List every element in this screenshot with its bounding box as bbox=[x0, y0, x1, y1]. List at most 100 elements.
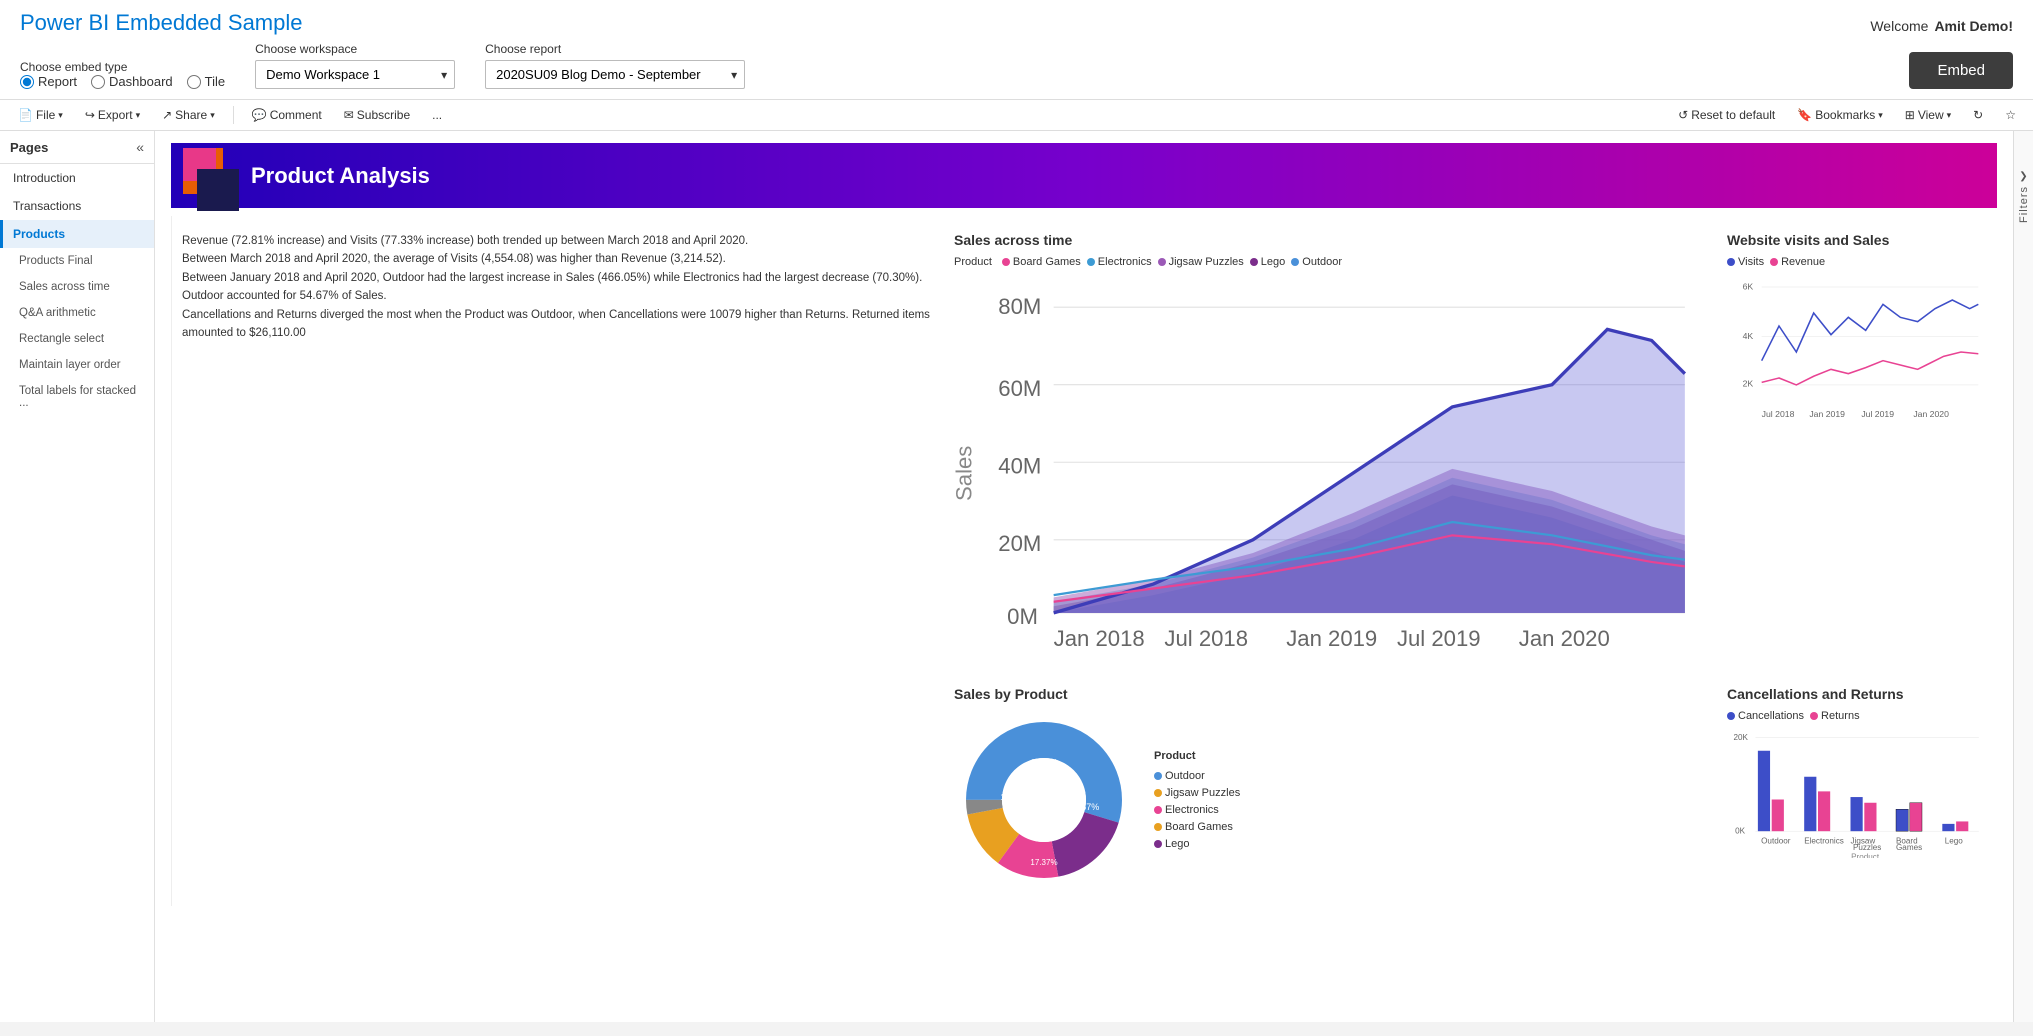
sidebar-item-products-final[interactable]: Products Final bbox=[0, 248, 154, 274]
donut-area: 11.96% 12.98% 17.37% 54.67% Product O bbox=[954, 710, 1707, 890]
refresh-icon: ↻ bbox=[1973, 108, 1983, 122]
visits-svg: 6K 4K 2K Jul 2018 Jan 2019 bbox=[1727, 274, 1987, 421]
app-title: Power BI Embedded Sample bbox=[20, 10, 303, 42]
cancellations-chart: Cancellations and Returns Cancellations … bbox=[1717, 670, 1997, 906]
file-chevron-icon: ▾ bbox=[58, 110, 63, 121]
star-icon: ☆ bbox=[2005, 108, 2016, 122]
toolbar: 📄 File ▾ ↪ Export ▾ ↗ Share ▾ 💬 Comment … bbox=[0, 100, 2033, 131]
share-button[interactable]: ↗ Share ▾ bbox=[154, 104, 223, 126]
bookmark-icon: 🔖 bbox=[1797, 108, 1812, 122]
filters-label: Filters bbox=[2018, 186, 2030, 223]
donut-legend-lego: Lego bbox=[1154, 838, 1240, 850]
radio-report[interactable]: Report bbox=[20, 74, 77, 89]
donut-legend-electronics: Electronics bbox=[1154, 804, 1240, 816]
main-layout: Pages « Introduction Transactions Produc… bbox=[0, 131, 2033, 1022]
report-section: Choose report 2020SU09 Blog Demo - Septe… bbox=[485, 42, 745, 89]
analysis-text-5: Cancellations and Returns diverged the m… bbox=[182, 306, 934, 343]
sidebar-item-maintain-layer-order[interactable]: Maintain layer order bbox=[0, 352, 154, 378]
svg-text:17.37%: 17.37% bbox=[1030, 858, 1057, 867]
sidebar-item-sales-across-time[interactable]: Sales across time bbox=[0, 274, 154, 300]
reset-button[interactable]: ↺ Reset to default bbox=[1671, 105, 1782, 125]
sidebar-item-rectangle-select[interactable]: Rectangle select bbox=[0, 326, 154, 352]
sidebar-collapse-button[interactable]: « bbox=[136, 139, 144, 155]
report-select[interactable]: 2020SU09 Blog Demo - September bbox=[485, 60, 745, 89]
welcome-text: Welcome bbox=[1870, 18, 1928, 34]
analysis-text-2: Between March 2018 and April 2020, the a… bbox=[182, 250, 934, 268]
radio-dashboard[interactable]: Dashboard bbox=[91, 74, 173, 89]
report-wrapper: Product Analysis Sales across time Produ… bbox=[155, 131, 2013, 1022]
analysis-panel: Revenue (72.81% increase) and Visits (77… bbox=[171, 216, 944, 906]
svg-text:Sales: Sales bbox=[954, 446, 977, 501]
share-icon: ↗ bbox=[162, 108, 172, 122]
svg-text:Jan 2020: Jan 2020 bbox=[1913, 409, 1949, 419]
svg-text:Jul 2018: Jul 2018 bbox=[1762, 409, 1795, 419]
sidebar-header: Pages « bbox=[0, 131, 154, 164]
svg-text:40M: 40M bbox=[998, 453, 1041, 478]
analysis-text-3: Between January 2018 and April 2020, Out… bbox=[182, 269, 934, 287]
visits-chart-title: Website visits and Sales bbox=[1727, 232, 1987, 248]
embed-type-label: Choose embed type bbox=[20, 60, 225, 74]
export-chevron-icon: ▾ bbox=[136, 110, 141, 121]
donut-svg: 11.96% 12.98% 17.37% 54.67% bbox=[954, 710, 1134, 890]
visits-legend: Visits Revenue bbox=[1727, 256, 1987, 268]
view-button[interactable]: ⊞ View ▾ bbox=[1898, 105, 1958, 125]
toolbar-right: ↺ Reset to default 🔖 Bookmarks ▾ ⊞ View … bbox=[1671, 105, 2023, 125]
donut-legend-jigsaw: Jigsaw Puzzles bbox=[1154, 787, 1240, 799]
cancellations-legend: Cancellations Returns bbox=[1727, 710, 1987, 722]
svg-text:Jan 2019: Jan 2019 bbox=[1809, 409, 1845, 419]
legend-jigsaw: Jigsaw Puzzles bbox=[1158, 256, 1244, 268]
comment-button[interactable]: 💬 Comment bbox=[244, 104, 330, 126]
view-icon: ⊞ bbox=[1905, 108, 1915, 122]
svg-text:60M: 60M bbox=[998, 376, 1041, 401]
embed-button[interactable]: Embed bbox=[1909, 52, 2013, 89]
svg-text:Product: Product bbox=[1851, 852, 1880, 857]
sidebar-item-transactions[interactable]: Transactions bbox=[0, 192, 154, 220]
share-chevron-icon: ▾ bbox=[210, 110, 215, 121]
workspace-select[interactable]: Demo Workspace 1 bbox=[255, 60, 455, 89]
file-icon: 📄 bbox=[18, 108, 33, 122]
more-button[interactable]: ... bbox=[424, 104, 450, 126]
donut-legend: Product Outdoor Jigsaw Puzzles bbox=[1154, 750, 1240, 850]
svg-text:Outdoor: Outdoor bbox=[1761, 836, 1791, 845]
sidebar: Pages « Introduction Transactions Produc… bbox=[0, 131, 155, 1022]
favorite-button[interactable]: ☆ bbox=[1998, 105, 2023, 125]
embed-type-radio-group: Report Dashboard Tile bbox=[20, 74, 225, 89]
svg-text:20K: 20K bbox=[1734, 733, 1749, 742]
legend-returns: Returns bbox=[1810, 710, 1860, 722]
svg-text:2K: 2K bbox=[1743, 379, 1754, 389]
bookmarks-button[interactable]: 🔖 Bookmarks ▾ bbox=[1790, 105, 1890, 125]
donut-legend-outdoor: Outdoor bbox=[1154, 770, 1240, 782]
svg-text:12.98%: 12.98% bbox=[1000, 793, 1027, 802]
pages-label: Pages bbox=[10, 140, 48, 155]
svg-text:Games: Games bbox=[1896, 842, 1922, 851]
sidebar-item-qa-arithmetic[interactable]: Q&A arithmetic bbox=[0, 300, 154, 326]
export-icon: ↪ bbox=[85, 108, 95, 122]
svg-text:54.67%: 54.67% bbox=[1069, 802, 1100, 812]
svg-text:Jul 2019: Jul 2019 bbox=[1397, 626, 1481, 650]
svg-text:20M: 20M bbox=[998, 531, 1041, 556]
legend-lego: Lego bbox=[1250, 256, 1285, 268]
banner-title: Product Analysis bbox=[251, 163, 430, 189]
svg-text:Jan 2020: Jan 2020 bbox=[1519, 626, 1610, 650]
radio-tile[interactable]: Tile bbox=[187, 74, 225, 89]
report-dropdown-wrapper: 2020SU09 Blog Demo - September bbox=[485, 60, 745, 89]
svg-text:Year: Year bbox=[1330, 648, 1375, 650]
filters-chevron-icon: ❯ bbox=[2019, 171, 2027, 182]
refresh-button[interactable]: ↻ bbox=[1966, 105, 1990, 125]
sidebar-item-products[interactable]: Products bbox=[0, 220, 154, 248]
bookmarks-chevron-icon: ▾ bbox=[1878, 110, 1883, 121]
sidebar-item-total-labels[interactable]: Total labels for stacked ... bbox=[0, 378, 154, 416]
workspace-label: Choose workspace bbox=[255, 42, 455, 56]
sidebar-item-introduction[interactable]: Introduction bbox=[0, 164, 154, 192]
sales-chart-title: Sales across time bbox=[954, 232, 1707, 248]
view-chevron-icon: ▾ bbox=[1947, 110, 1952, 121]
export-button[interactable]: ↪ Export ▾ bbox=[77, 104, 148, 126]
svg-text:Jan 2018: Jan 2018 bbox=[1054, 626, 1145, 650]
toolbar-separator-1 bbox=[233, 106, 234, 124]
svg-text:6K: 6K bbox=[1743, 282, 1754, 292]
filters-panel[interactable]: ❯ Filters bbox=[2013, 131, 2033, 1022]
file-button[interactable]: 📄 File ▾ bbox=[10, 104, 71, 126]
cancellations-svg: 20K 0K bbox=[1727, 728, 1987, 858]
legend-cancellations: Cancellations bbox=[1727, 710, 1804, 722]
subscribe-button[interactable]: ✉ Subscribe bbox=[336, 104, 418, 126]
